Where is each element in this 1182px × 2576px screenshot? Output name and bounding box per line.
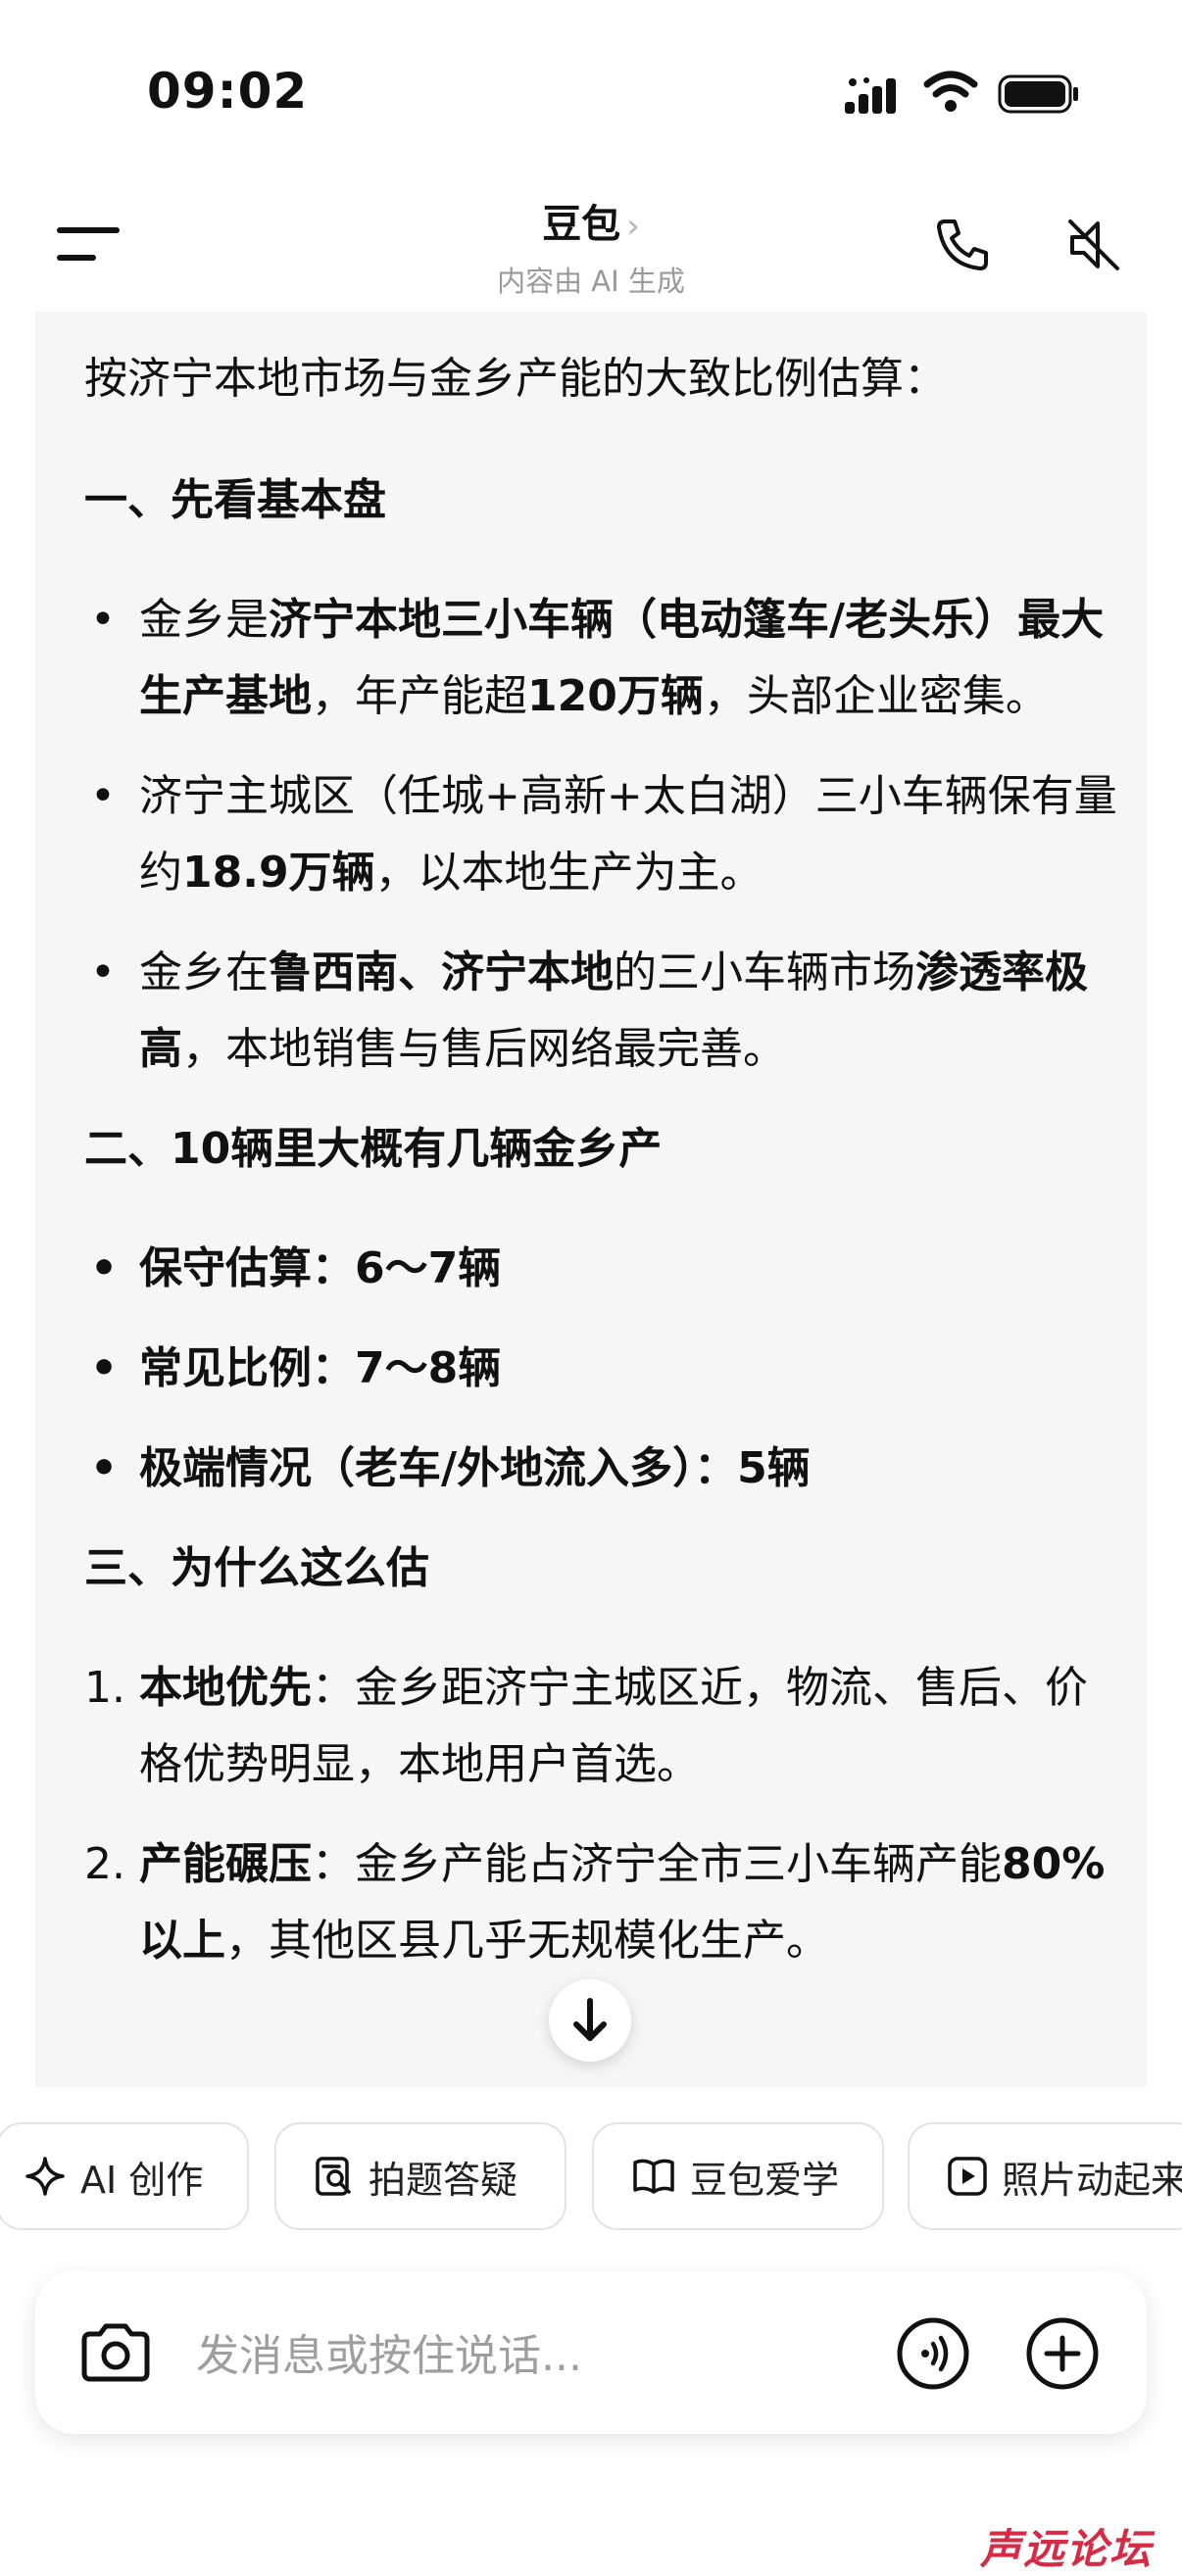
list-item-text: 极端情况（老车/外地流入多）：5辆 <box>139 1443 811 1493</box>
arrow-down-icon <box>573 1998 607 2041</box>
bullet-list: • 保守估算：6～7辆 • 常见比例：7～8辆 • 极端情况（老车/外地流入多）… <box>84 1231 1123 1507</box>
list-item-text: 金乡是 <box>139 595 269 645</box>
section-heading: 一、先看基本盘 <box>84 475 386 525</box>
status-time: 09:02 <box>147 63 309 120</box>
wifi-icon <box>923 71 978 112</box>
sparkle-icon <box>24 2155 67 2198</box>
bullet-list: • 金乡是济宁本地三小车辆（电动篷车/老头乐）最大生产基地，年产能超120万辆，… <box>84 582 1123 1088</box>
chat-title[interactable]: 豆包 › <box>395 192 787 249</box>
chip-label: AI 创作 <box>80 2158 204 2202</box>
message-intro: 按济宁本地市场与金乡产能的大致比例估算： <box>84 354 947 404</box>
numbered-list: 1. 本地优先：金乡距济宁主城区近，物流、售后、价格优势明显，本地用户首选。 2… <box>84 1650 1123 1979</box>
chip-photo-question[interactable]: 拍题答疑 <box>274 2122 566 2230</box>
list-item-text: ，头部企业密集。 <box>703 671 1049 721</box>
list-number: 2. <box>84 1839 125 1889</box>
bullet-icon: • <box>90 771 116 821</box>
list-item-text: ，年产能超 <box>312 671 527 721</box>
list-item-bold: 120万辆 <box>527 671 704 721</box>
list-item-text: ，其他区县几乎无规模化生产。 <box>225 1916 829 1966</box>
forum-watermark: 声远论坛 <box>980 2525 1154 2573</box>
menu-button[interactable] <box>57 223 120 267</box>
list-item: • 极端情况（老车/外地流入多）：5辆 <box>84 1431 1123 1507</box>
list-item: • 金乡在鲁西南、济宁本地的三小车辆市场渗透率极高，本地销售与售后网络最完善。 <box>84 935 1123 1088</box>
camera-button[interactable] <box>78 2320 153 2385</box>
add-attachment-button[interactable] <box>1025 2316 1100 2391</box>
list-number: 1. <box>84 1663 125 1713</box>
chip-label: 照片动起来 <box>1002 2158 1182 2202</box>
assistant-message: 按济宁本地市场与金乡产能的大致比例估算： 一、先看基本盘 • 金乡是济宁本地三小… <box>35 312 1147 2087</box>
menu-line-icon <box>57 255 96 261</box>
phone-call-button[interactable] <box>931 214 994 276</box>
list-item-text: ：金乡产能占济宁全市三小车辆产能 <box>312 1839 1002 1889</box>
list-item: • 济宁主城区（任城+高新+太白湖）三小车辆保有量约18.9万辆，以本地生产为主… <box>84 758 1123 911</box>
voice-call-button[interactable] <box>896 2316 970 2391</box>
chip-animate-photo[interactable]: 照片动起来 <box>908 2122 1182 2230</box>
list-item-bold: 18.9万辆 <box>182 848 375 898</box>
list-item: • 金乡是济宁本地三小车辆（电动篷车/老头乐）最大生产基地，年产能超120万辆，… <box>84 582 1123 735</box>
chip-label: 拍题答疑 <box>369 2158 518 2202</box>
list-item: • 保守估算：6～7辆 <box>84 1231 1123 1307</box>
section-heading: 三、为什么这么估 <box>84 1543 429 1593</box>
section-heading: 二、10辆里大概有几辆金乡产 <box>84 1124 663 1174</box>
list-item: • 常见比例：7～8辆 <box>84 1331 1123 1407</box>
list-item-bold: 产能碾压 <box>139 1839 312 1889</box>
speaker-mute-button[interactable] <box>1062 214 1125 276</box>
list-item: 1. 本地优先：金乡距济宁主城区近，物流、售后、价格优势明显，本地用户首选。 <box>84 1650 1123 1803</box>
list-item-text: 常见比例：7～8辆 <box>139 1343 502 1393</box>
menu-line-icon <box>57 227 120 233</box>
chip-doubao-learn[interactable]: 豆包爱学 <box>592 2122 884 2230</box>
ai-generated-notice: 内容由 AI 生成 <box>497 265 685 298</box>
bullet-icon: • <box>90 595 116 645</box>
list-item-text: 金乡在 <box>139 948 269 997</box>
cellular-signal-icon <box>845 77 896 114</box>
bullet-icon: • <box>90 1443 119 1493</box>
list-item-text: 保守估算：6～7辆 <box>139 1243 502 1293</box>
message-input[interactable]: 发消息或按住说话... <box>196 2320 582 2383</box>
chevron-right-icon: › <box>626 207 640 246</box>
list-item-text: ，以本地生产为主。 <box>374 848 763 898</box>
bullet-icon: • <box>90 1243 119 1293</box>
battery-icon <box>998 74 1078 114</box>
list-item-bold: 鲁西南、济宁本地 <box>269 948 614 997</box>
list-item: 2. 产能碾压：金乡产能占济宁全市三小车辆产能80%以上，其他区县几乎无规模化生… <box>84 1826 1123 1979</box>
bullet-icon: • <box>90 1343 119 1393</box>
chip-label: 豆包爱学 <box>690 2158 840 2202</box>
page-title: 豆包 <box>542 202 621 247</box>
chip-ai-create[interactable]: AI 创作 <box>0 2122 249 2230</box>
photo-search-icon <box>314 2155 355 2198</box>
play-icon <box>947 2156 988 2197</box>
list-item-bold: 本地优先 <box>139 1663 312 1713</box>
list-item-text: 的三小车辆市场 <box>614 948 915 997</box>
scroll-to-bottom-button[interactable] <box>549 1979 631 2062</box>
bullet-icon: • <box>90 948 116 997</box>
book-icon <box>631 2157 676 2196</box>
list-item-text: ，本地销售与售后网络最完善。 <box>182 1024 786 1074</box>
